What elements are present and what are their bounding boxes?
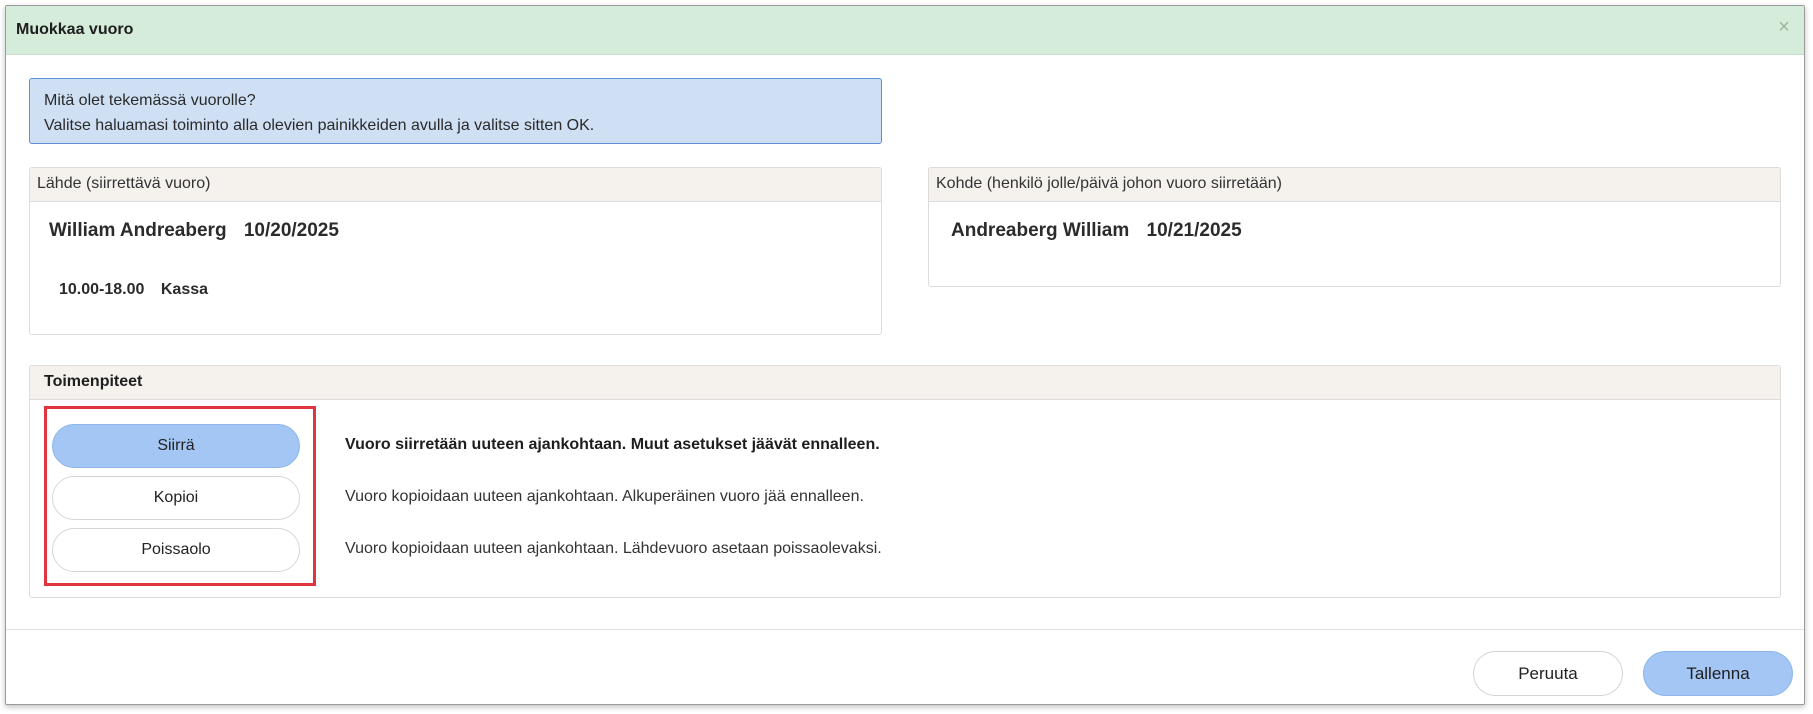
info-message: Mitä olet tekemässä vuorolle? Valitse ha… — [29, 78, 882, 144]
close-icon[interactable]: × — [1772, 15, 1796, 39]
absence-description: Vuoro kopioidaan uuteen ajankohtaan. Läh… — [345, 540, 882, 557]
dialog-title: Muokkaa vuoro — [16, 21, 134, 38]
source-shift: 10.00-18.00 Kassa — [59, 281, 208, 299]
save-button[interactable]: Tallenna — [1643, 651, 1793, 696]
move-description: Vuoro siirretään uuteen ajankohtaan. Muu… — [345, 436, 880, 453]
info-instruction: Valitse haluamasi toiminto alla olevien … — [44, 117, 595, 134]
source-panel: Lähde (siirrettävä vuoro) William Andrea… — [29, 167, 882, 335]
target-person-name: Andreaberg William — [951, 220, 1130, 241]
target-person-line: Andreaberg William 10/21/2025 — [951, 220, 1242, 242]
footer-divider — [6, 629, 1804, 630]
absence-button[interactable]: Poissaolo — [52, 528, 300, 572]
target-panel: Kohde (henkilö jolle/päivä johon vuoro s… — [928, 167, 1781, 287]
cancel-button[interactable]: Peruuta — [1473, 651, 1623, 696]
info-question: Mitä olet tekemässä vuorolle? — [44, 92, 256, 109]
source-person-name: William Andreaberg — [49, 220, 227, 241]
source-panel-header: Lähde (siirrettävä vuoro) — [30, 168, 881, 202]
shift-place: Kassa — [160, 281, 209, 298]
target-panel-header: Kohde (henkilö jolle/päivä johon vuoro s… — [929, 168, 1780, 202]
copy-button[interactable]: Kopioi — [52, 476, 300, 520]
edit-shift-dialog: Muokkaa vuoro × Mitä olet tekemässä vuor… — [5, 5, 1805, 705]
copy-description: Vuoro kopioidaan uuteen ajankohtaan. Alk… — [345, 488, 864, 505]
target-date: 10/21/2025 — [1146, 220, 1242, 241]
shift-time: 10.00-18.00 — [59, 281, 145, 298]
source-date: 10/20/2025 — [243, 220, 339, 241]
source-person-line: William Andreaberg 10/20/2025 — [49, 220, 339, 242]
dialog-titlebar: Muokkaa vuoro × — [6, 6, 1804, 55]
actions-panel-header: Toimenpiteet — [30, 366, 1780, 400]
move-button[interactable]: Siirrä — [52, 424, 300, 468]
